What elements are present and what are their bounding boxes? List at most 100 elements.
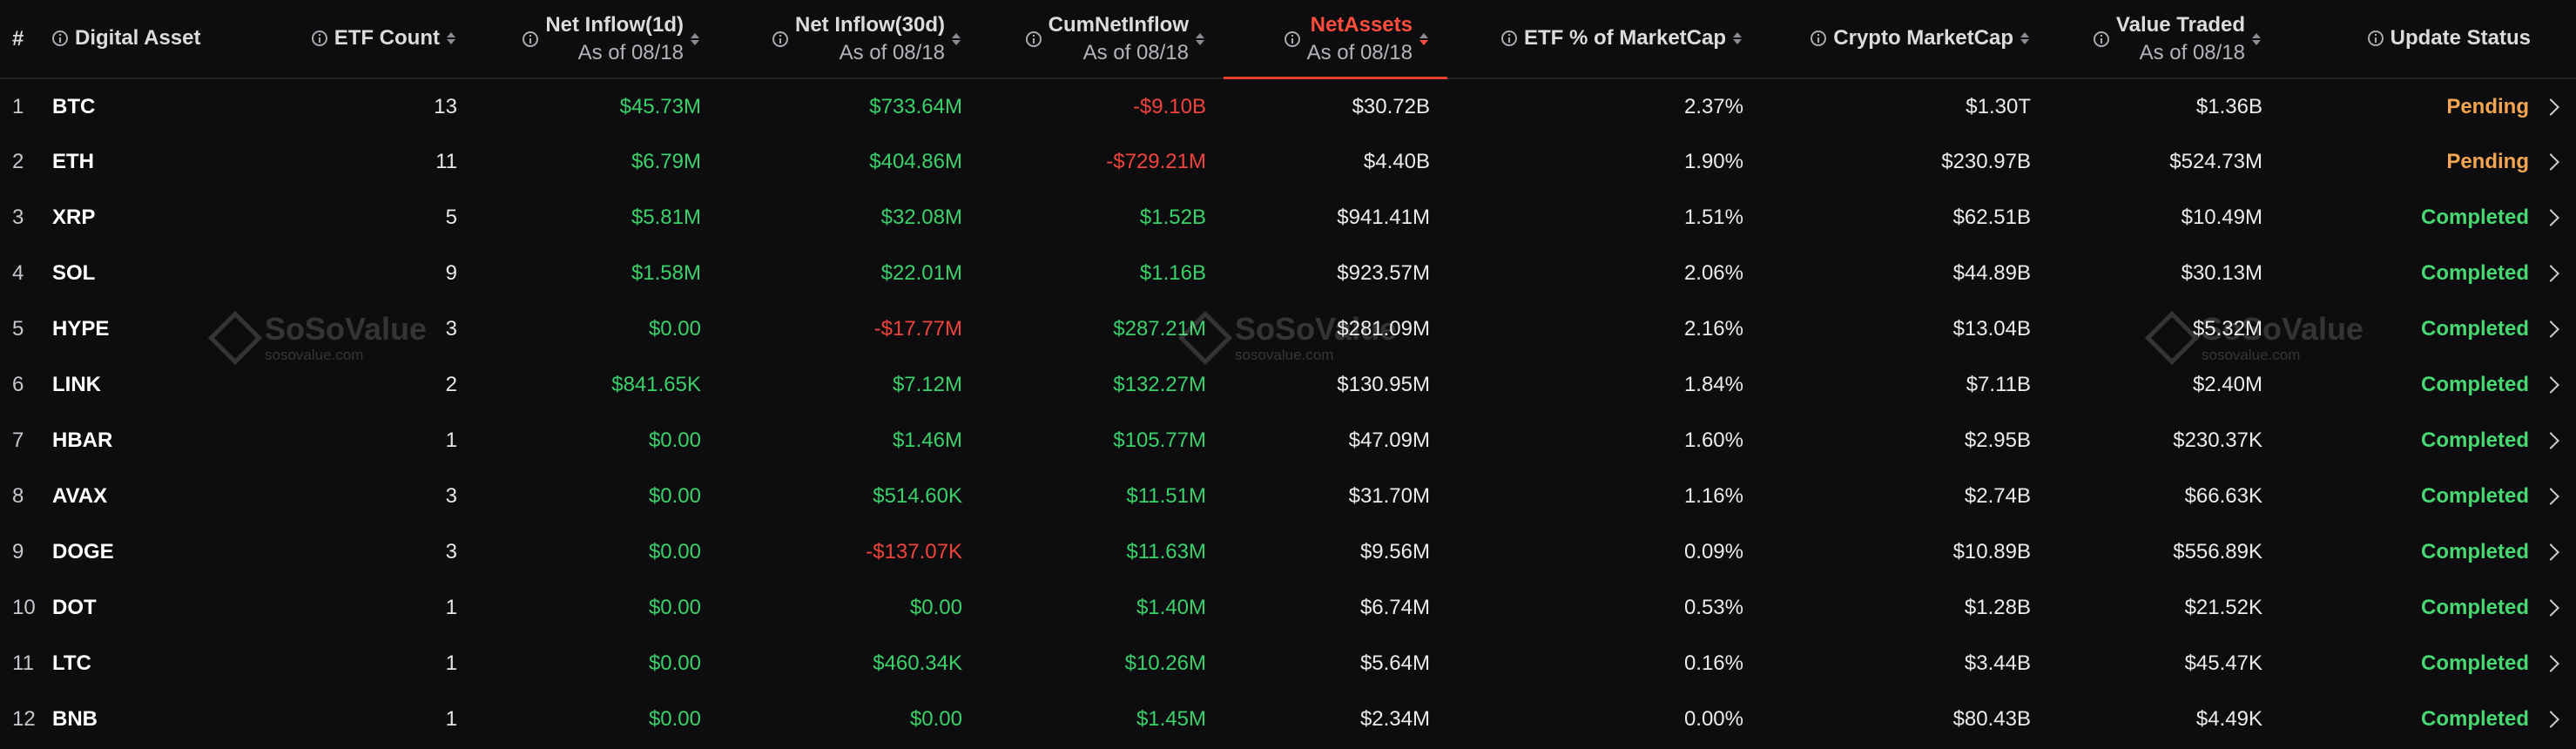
crypto-mcap-cell: $230.97B xyxy=(1941,150,2031,173)
row-index: 6 xyxy=(12,373,24,396)
update-status-cell[interactable]: Completed xyxy=(2280,190,2576,246)
value-traded-cell: $30.13M xyxy=(2181,261,2262,285)
value-traded-cell: $230.37K xyxy=(2173,428,2262,452)
etf-count-cell: 1 xyxy=(445,596,457,619)
update-status-cell[interactable]: Completed xyxy=(2280,524,2576,580)
chevron-right-icon[interactable] xyxy=(2542,209,2559,226)
update-status-cell[interactable]: Completed xyxy=(2280,692,2576,747)
sort-icon[interactable] xyxy=(2020,31,2031,44)
info-icon[interactable] xyxy=(1025,30,1042,47)
chevron-right-icon[interactable] xyxy=(2542,599,2559,617)
net-inflow-30d-cell: -$17.77M xyxy=(873,317,962,341)
table-row[interactable]: 12 BNB 1 $0.00 $0.00 $1.45M $2.34M 0.00% $80.43B… xyxy=(0,692,2576,747)
col-header-crypto-mcap[interactable]: Crypto MarketCap xyxy=(1761,0,2048,78)
cum-net-inflow-cell: $10.26M xyxy=(1124,651,1206,675)
table-row[interactable]: 10 DOT 1 $0.00 $0.00 $1.40M $6.74M 0.53% $1.28B $… xyxy=(0,580,2576,636)
net-inflow-1d-cell: $0.00 xyxy=(648,484,701,508)
info-icon[interactable] xyxy=(1811,30,1827,46)
status-badge: Pending xyxy=(2446,150,2529,173)
info-icon[interactable] xyxy=(1284,30,1300,47)
update-status-cell[interactable]: Pending xyxy=(2280,78,2576,134)
table-row[interactable]: 5 HYPE 3 $0.00 -$17.77M $287.21M $281.09M 2.16%… xyxy=(0,301,2576,357)
update-status-cell[interactable]: Completed xyxy=(2280,246,2576,301)
chevron-right-icon[interactable] xyxy=(2542,711,2559,728)
info-icon[interactable] xyxy=(1500,30,1517,46)
net-assets-cell: $30.72B xyxy=(1352,94,1430,118)
sort-icon[interactable] xyxy=(1419,32,1430,45)
update-status-cell[interactable]: Completed xyxy=(2280,357,2576,413)
etf-count-cell: 11 xyxy=(435,150,457,173)
asset-symbol: DOT xyxy=(52,596,97,619)
cum-net-inflow-cell: $105.77M xyxy=(1113,428,1206,452)
table-row[interactable]: 9 DOGE 3 $0.00 -$137.07K $11.63M $9.56M 0.09% $1… xyxy=(0,524,2576,580)
chevron-right-icon[interactable] xyxy=(2542,98,2559,116)
cum-net-inflow-cell: $1.45M xyxy=(1136,707,1206,731)
col-header-value-traded[interactable]: Value Traded As of 08/18 xyxy=(2048,0,2280,78)
row-index: 12 xyxy=(12,707,36,731)
table-row[interactable]: 2 ETH 11 $6.79M $404.86M -$729.21M $4.40B 1.90%… xyxy=(0,134,2576,190)
update-status-cell[interactable]: Completed xyxy=(2280,301,2576,357)
chevron-right-icon[interactable] xyxy=(2542,655,2559,672)
net-inflow-1d-cell: $0.00 xyxy=(648,428,701,452)
chevron-right-icon[interactable] xyxy=(2542,265,2559,282)
chevron-right-icon[interactable] xyxy=(2542,321,2559,338)
table-row[interactable]: 7 HBAR 1 $0.00 $1.46M $105.77M $47.09M 1.60% $2.… xyxy=(0,413,2576,469)
etf-pct-mcap-cell: 2.37% xyxy=(1683,94,1743,118)
sort-icon[interactable] xyxy=(1733,31,1743,44)
col-header-net-inflow-1d[interactable]: Net Inflow(1d) As of 08/18 xyxy=(475,0,718,78)
col-header-cum-net-inflow[interactable]: CumNetInflow As of 08/18 xyxy=(980,0,1224,78)
crypto-mcap-cell: $13.04B xyxy=(1952,317,2031,341)
net-assets-cell: $5.64M xyxy=(1359,651,1430,675)
etf-count-cell: 5 xyxy=(445,206,457,229)
col-header-etf-pct-mcap[interactable]: ETF % of MarketCap xyxy=(1447,0,1761,78)
chevron-right-icon[interactable] xyxy=(2542,543,2559,561)
update-status-cell[interactable]: Completed xyxy=(2280,636,2576,692)
table-row[interactable]: 3 XRP 5 $5.81M $32.08M $1.52B $941.41M 1.51% $62… xyxy=(0,190,2576,246)
etf-count-cell: 1 xyxy=(445,651,457,675)
etf-pct-mcap-cell: 2.16% xyxy=(1683,317,1743,341)
sort-icon[interactable] xyxy=(1196,32,1206,45)
info-icon[interactable] xyxy=(2093,30,2109,47)
sort-icon[interactable] xyxy=(2252,32,2262,45)
chevron-right-icon[interactable] xyxy=(2542,376,2559,394)
etf-pct-mcap-cell: 2.06% xyxy=(1683,261,1743,285)
update-status-cell[interactable]: Completed xyxy=(2280,469,2576,524)
col-header-net-inflow-30d[interactable]: Net Inflow(30d) As of 08/18 xyxy=(718,0,980,78)
net-assets-cell: $2.34M xyxy=(1359,707,1430,731)
info-icon[interactable] xyxy=(311,30,327,46)
asset-symbol: ETH xyxy=(52,150,94,173)
net-assets-cell: $31.70M xyxy=(1348,484,1430,508)
net-inflow-30d-cell: -$137.07K xyxy=(866,540,962,563)
net-assets-cell: $4.40B xyxy=(1363,150,1430,173)
net-inflow-30d-cell: $733.64M xyxy=(869,94,962,118)
update-status-cell[interactable]: Pending xyxy=(2280,134,2576,190)
col-header-etf-count[interactable]: ETF Count xyxy=(261,0,475,78)
chevron-right-icon[interactable] xyxy=(2542,153,2559,171)
sort-icon[interactable] xyxy=(952,32,962,45)
net-inflow-1d-cell: $841.65K xyxy=(611,373,701,396)
sort-icon[interactable] xyxy=(691,32,701,45)
sort-icon[interactable] xyxy=(447,31,457,44)
update-status-cell[interactable]: Completed xyxy=(2280,580,2576,636)
info-icon[interactable] xyxy=(772,30,788,47)
net-inflow-30d-cell: $514.60K xyxy=(873,484,962,508)
etf-pct-mcap-cell: 1.90% xyxy=(1683,150,1743,173)
info-icon[interactable] xyxy=(52,30,68,46)
table-row[interactable]: 4 SOL 9 $1.58M $22.01M $1.16B $923.57M 2.06% $44… xyxy=(0,246,2576,301)
info-icon[interactable] xyxy=(2367,30,2384,46)
update-status-cell[interactable]: Completed xyxy=(2280,413,2576,469)
info-icon[interactable] xyxy=(523,30,539,47)
chevron-right-icon[interactable] xyxy=(2542,432,2559,449)
row-index: 5 xyxy=(12,317,24,341)
col-header-asset[interactable]: Digital Asset xyxy=(52,0,261,78)
value-traded-cell: $66.63K xyxy=(2184,484,2262,508)
table-row[interactable]: 6 LINK 2 $841.65K $7.12M $132.27M $130.95M 1.84… xyxy=(0,357,2576,413)
col-header-net-assets[interactable]: NetAssets As of 08/18 xyxy=(1224,0,1447,79)
status-badge: Completed xyxy=(2420,651,2529,675)
status-badge: Completed xyxy=(2420,428,2529,452)
chevron-right-icon[interactable] xyxy=(2542,488,2559,505)
table-row[interactable]: 1 BTC 13 $45.73M $733.64M -$9.10B $30.72B 2.37%… xyxy=(0,78,2576,134)
value-traded-cell: $21.52K xyxy=(2184,596,2262,619)
table-row[interactable]: 11 LTC 1 $0.00 $460.34K $10.26M $5.64M 0.16% $3.… xyxy=(0,636,2576,692)
table-row[interactable]: 8 AVAX 3 $0.00 $514.60K $11.51M $31.70M 1.16% $2… xyxy=(0,469,2576,524)
